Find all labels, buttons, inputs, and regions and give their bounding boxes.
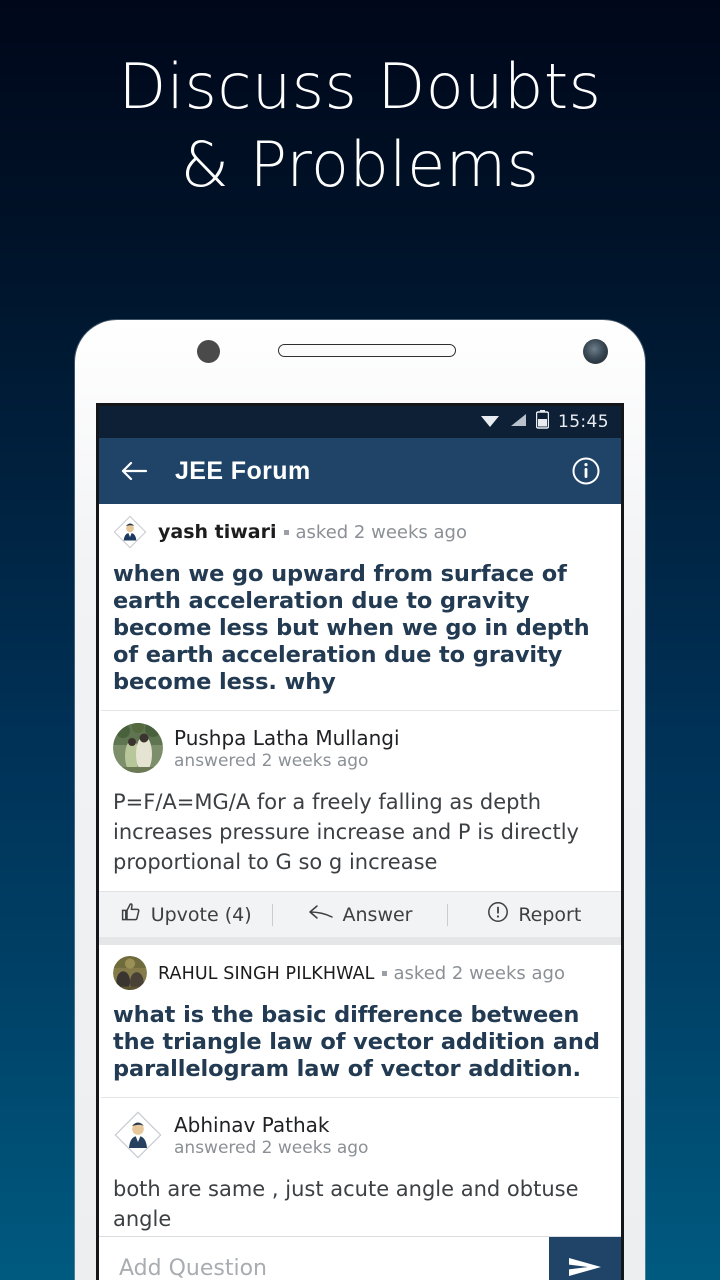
- upvote-button[interactable]: Upvote (4): [99, 901, 272, 928]
- answer-meta: Pushpa Latha Mullangi answered 2 weeks a…: [174, 726, 400, 771]
- circle-avatar-icon: [113, 956, 147, 990]
- answer-timestamp: answered 2 weeks ago: [174, 1137, 369, 1158]
- forum-feed[interactable]: yash tiwari asked 2 weeks ago when we go…: [99, 504, 621, 1280]
- answer-header: Abhinav Pathak answered 2 weeks ago: [99, 1098, 621, 1164]
- promo-headline: Discuss Doubts & Problems: [0, 48, 720, 204]
- add-question-input[interactable]: [99, 1237, 549, 1280]
- send-button[interactable]: [549, 1237, 621, 1280]
- thumbs-up-icon: [120, 901, 142, 928]
- answer-button[interactable]: Answer: [273, 902, 446, 927]
- question-meta: RAHUL SINGH PILKHWAL asked 2 weeks ago: [158, 963, 565, 984]
- phone-screen: 15:45 JEE Forum yash tiwari asked 2 week…: [96, 403, 624, 1280]
- phone-top-bezel: [75, 320, 645, 402]
- question-text: when we go upward from surface of earth …: [113, 561, 590, 695]
- signal-icon: [509, 412, 527, 433]
- question-timestamp: asked 2 weeks ago: [393, 962, 565, 984]
- question-header: yash tiwari asked 2 weeks ago: [99, 504, 621, 555]
- upvote-label: Upvote (4): [150, 903, 252, 926]
- back-arrow-icon[interactable]: [117, 454, 151, 488]
- meta-separator-icon: [381, 970, 387, 976]
- status-bar: 15:45: [99, 406, 621, 438]
- promo-line-2: & Problems: [180, 128, 540, 201]
- report-button[interactable]: Report: [448, 901, 621, 928]
- earpiece-speaker: [278, 344, 456, 357]
- answer-header: Pushpa Latha Mullangi answered 2 weeks a…: [99, 711, 621, 777]
- answer-author: Abhinav Pathak: [174, 1112, 330, 1137]
- answer-meta: Abhinav Pathak answered 2 weeks ago: [174, 1113, 368, 1158]
- question-text: what is the basic difference between the…: [113, 1002, 600, 1082]
- page-title: JEE Forum: [175, 456, 311, 485]
- report-label: Report: [518, 903, 582, 926]
- question-author: yash tiwari: [158, 521, 277, 543]
- circle-avatar-icon: [113, 723, 163, 773]
- question-author: RAHUL SINGH PILKHWAL: [158, 963, 375, 984]
- proximity-sensor-icon: [197, 340, 220, 363]
- answer-timestamp: answered 2 weeks ago: [174, 750, 369, 771]
- question-header: RAHUL SINGH PILKHWAL asked 2 weeks ago: [99, 945, 621, 996]
- report-icon: [487, 901, 509, 928]
- post-card[interactable]: yash tiwari asked 2 weeks ago when we go…: [99, 504, 621, 937]
- post-action-bar: Upvote (4) Answer Report: [99, 891, 621, 937]
- composer-bar: [99, 1236, 621, 1280]
- answer-label: Answer: [342, 903, 413, 926]
- battery-icon: [535, 410, 550, 434]
- post-card[interactable]: RAHUL SINGH PILKHWAL asked 2 weeks ago w…: [99, 945, 621, 1248]
- diamond-avatar-icon: [113, 1110, 163, 1160]
- phone-mockup: 15:45 JEE Forum yash tiwari asked 2 week…: [75, 320, 645, 1280]
- question-timestamp: asked 2 weeks ago: [295, 522, 467, 543]
- app-bar: JEE Forum: [99, 438, 621, 504]
- info-icon[interactable]: [569, 454, 603, 488]
- status-bar-clock: 15:45: [558, 412, 609, 432]
- meta-separator-icon: [283, 530, 289, 535]
- send-icon: [566, 1252, 604, 1280]
- answer-text: P=F/A=MG/A for a freely falling as depth…: [113, 790, 579, 874]
- wifi-icon: [480, 412, 500, 433]
- question-meta: yash tiwari asked 2 weeks ago: [158, 521, 467, 543]
- reply-arrow-icon: [308, 902, 334, 927]
- promo-line-1: Discuss Doubts: [118, 50, 602, 123]
- diamond-avatar-icon: [113, 515, 147, 549]
- front-camera-icon: [583, 339, 608, 364]
- answer-author: Pushpa Latha Mullangi: [174, 725, 400, 750]
